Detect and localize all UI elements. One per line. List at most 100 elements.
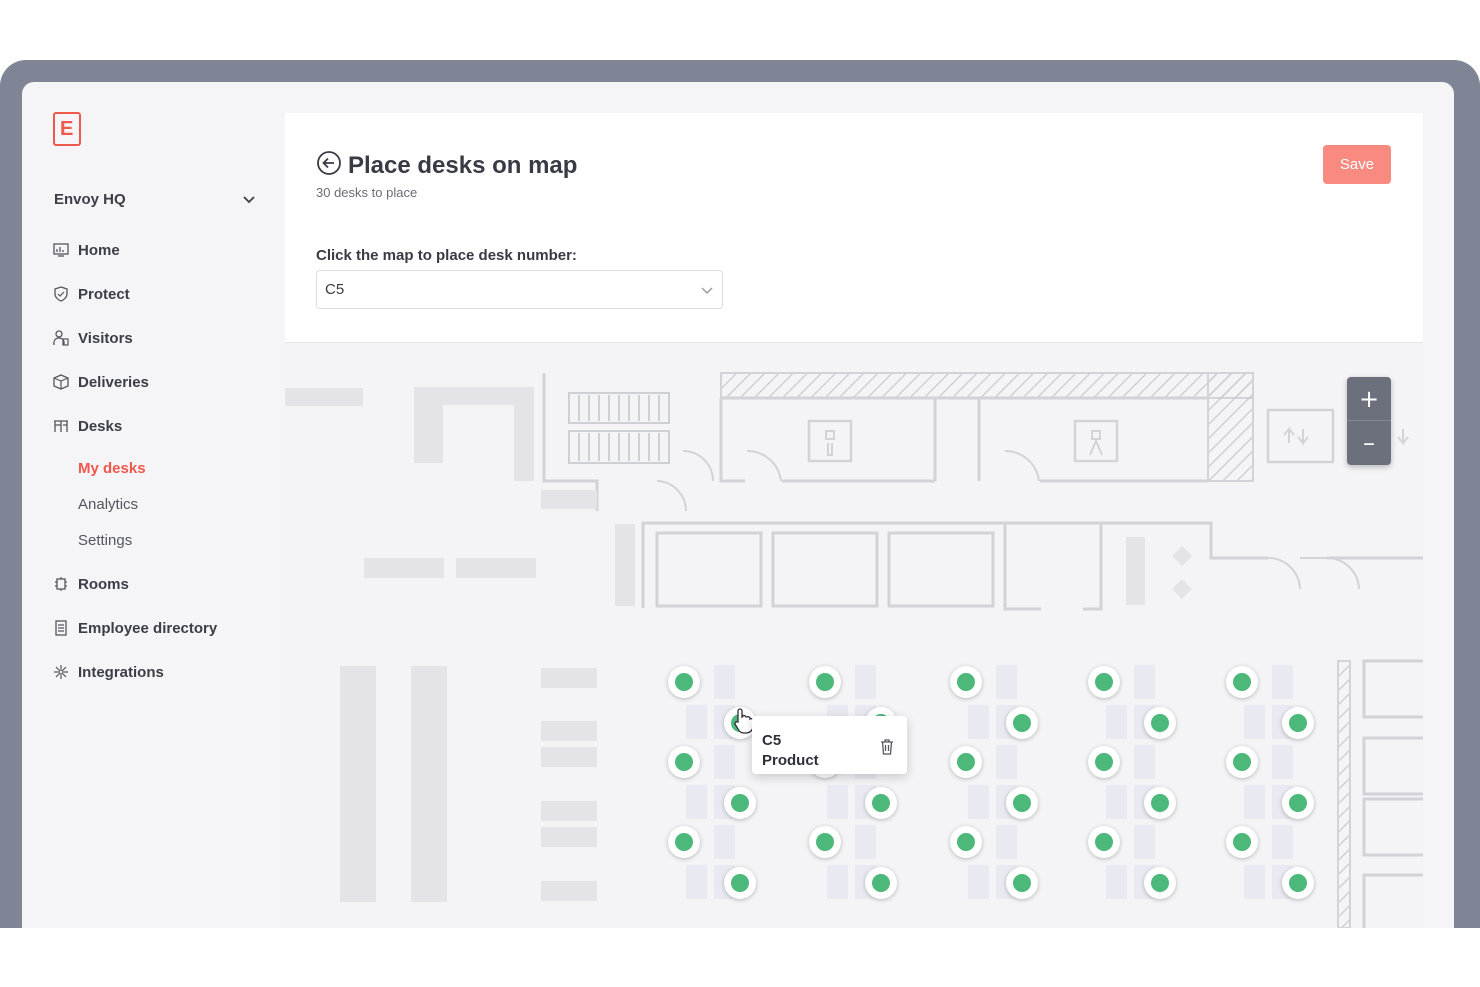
desk-marker[interactable] [668, 666, 700, 698]
desk-marker[interactable] [668, 826, 700, 858]
desk-marker[interactable] [809, 666, 841, 698]
desk-block [686, 865, 707, 899]
desk-block [714, 745, 735, 779]
home-icon [52, 241, 70, 259]
desk-marker[interactable] [1226, 746, 1258, 778]
sidebar-item-employee-directory[interactable]: Employee directory [52, 617, 217, 639]
desk-blocks [686, 665, 1293, 899]
desk-marker[interactable] [1144, 787, 1176, 819]
desk-block [1272, 745, 1293, 779]
desk-block [996, 745, 1017, 779]
desk-marker[interactable] [1006, 867, 1038, 899]
trash-icon[interactable] [880, 739, 894, 755]
bottom-margin [0, 928, 1480, 987]
desk-block [1134, 745, 1155, 779]
directory-icon [52, 619, 70, 637]
desk-block [1106, 785, 1127, 819]
desk-block [714, 665, 735, 699]
desk-marker[interactable] [950, 746, 982, 778]
desk-block [996, 825, 1017, 859]
desk-block [1272, 665, 1293, 699]
popup-neighborhood: Product [762, 752, 819, 769]
desk-marker[interactable] [1226, 826, 1258, 858]
main-panel: Place desks on map 30 desks to place Sav… [285, 113, 1423, 928]
panel-header: Place desks on map 30 desks to place Sav… [285, 113, 1423, 343]
desk-marker[interactable] [1006, 787, 1038, 819]
desk-block [1106, 705, 1127, 739]
desk-block [855, 825, 876, 859]
sidebar-item-integrations[interactable]: Integrations [52, 661, 164, 683]
sidebar-item-deliveries[interactable]: Deliveries [52, 371, 149, 393]
desk-marker[interactable] [950, 666, 982, 698]
desk-block [686, 785, 707, 819]
sidebar-subitem-settings[interactable]: Settings [78, 530, 132, 552]
desk-block [827, 785, 848, 819]
desk-block [714, 825, 735, 859]
desk-block [1244, 785, 1265, 819]
chevron-down-icon [701, 286, 713, 294]
desk-marker[interactable] [1282, 787, 1314, 819]
desk-block [1134, 825, 1155, 859]
desk-block [1134, 665, 1155, 699]
desk-marker[interactable] [809, 826, 841, 858]
desk-block [996, 665, 1017, 699]
desk-marker[interactable] [724, 787, 756, 819]
desk-block [968, 705, 989, 739]
desk-number-label: Click the map to place desk number: [316, 247, 577, 264]
sidebar-item-visitors[interactable]: Visitors [52, 327, 133, 349]
desk-block [1106, 865, 1127, 899]
zoom-out-button[interactable]: – [1347, 421, 1391, 465]
sidebar-subitem-analytics[interactable]: Analytics [78, 494, 138, 516]
desk-marker[interactable] [1144, 707, 1176, 739]
package-icon [52, 373, 70, 391]
zoom-in-button[interactable]: + [1347, 377, 1391, 421]
desk-marker[interactable] [950, 826, 982, 858]
desk-marker[interactable] [724, 867, 756, 899]
desk-marker[interactable] [1006, 707, 1038, 739]
desk-popup: C5 Product [752, 716, 907, 774]
desk-markers [668, 666, 1314, 899]
desk-block [827, 865, 848, 899]
desk-marker[interactable] [865, 787, 897, 819]
rooms-icon [52, 575, 70, 593]
desk-block [968, 865, 989, 899]
integrations-icon [52, 663, 70, 681]
visitors-icon [52, 329, 70, 347]
page-title: Place desks on map [348, 152, 578, 179]
desk-marker[interactable] [1088, 666, 1120, 698]
desk-marker[interactable] [1088, 826, 1120, 858]
floor-plan-map[interactable] [285, 343, 1423, 928]
desk-marker[interactable] [1282, 707, 1314, 739]
save-button[interactable]: Save [1323, 145, 1391, 184]
shield-icon [52, 285, 70, 303]
page-subtitle: 30 desks to place [316, 185, 418, 200]
desk-block [1272, 825, 1293, 859]
desk-marker[interactable] [1226, 666, 1258, 698]
sidebar-item-rooms[interactable]: Rooms [52, 573, 129, 595]
desk-number-value: C5 [325, 281, 345, 298]
desk-number-select[interactable]: C5 [316, 270, 723, 309]
desk-block [686, 705, 707, 739]
location-switcher[interactable]: Envoy HQ [54, 188, 256, 210]
desk-marker[interactable] [1088, 746, 1120, 778]
desk-block [855, 665, 876, 699]
desk-icon [52, 417, 70, 435]
popup-desk-number: C5 [762, 732, 782, 749]
desk-marker[interactable] [668, 746, 700, 778]
chevron-down-icon [243, 196, 255, 204]
desk-block [1244, 865, 1265, 899]
sidebar-item-protect[interactable]: Protect [52, 283, 130, 305]
location-name: Envoy HQ [54, 190, 126, 208]
desk-block [968, 785, 989, 819]
desk-marker[interactable] [1144, 867, 1176, 899]
sidebar-item-desks[interactable]: Desks [52, 415, 122, 437]
desk-block [1244, 705, 1265, 739]
sidebar-item-home[interactable]: Home [52, 239, 120, 261]
zoom-controls: + – [1347, 377, 1391, 465]
sidebar-subitem-my-desks[interactable]: My desks [78, 458, 146, 480]
app-screen: E Envoy HQ Home Protect Visitors Deliver… [22, 82, 1454, 928]
envoy-logo[interactable]: E [53, 112, 81, 146]
desk-marker[interactable] [1282, 867, 1314, 899]
desk-marker[interactable] [865, 867, 897, 899]
back-arrow-icon[interactable] [316, 150, 342, 176]
